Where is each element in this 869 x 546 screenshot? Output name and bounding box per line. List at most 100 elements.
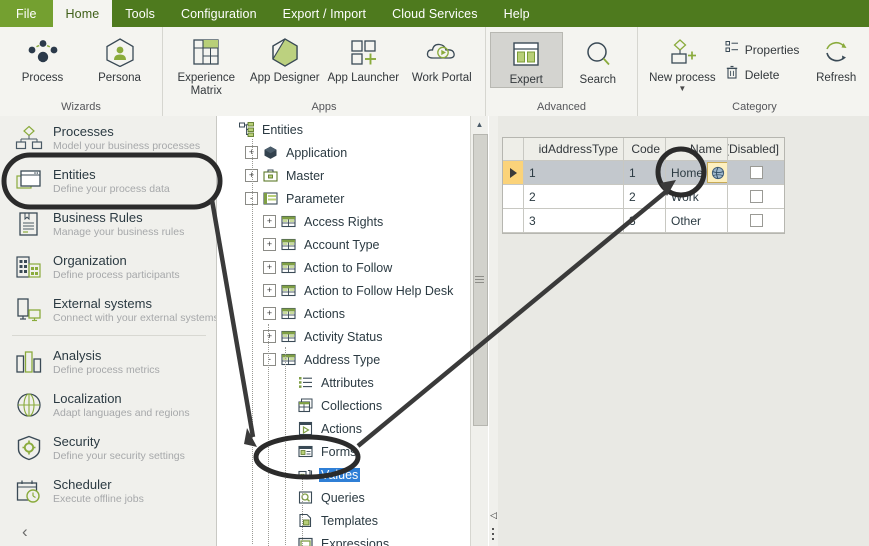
nav-item-processes[interactable]: Processes Model your business processes [0,116,216,159]
grid-cell-disabled[interactable] [728,161,784,185]
tree-node-activity-status[interactable]: + Activity Status [217,325,470,348]
entity-table-icon [280,306,296,322]
ribbon-button-properties[interactable]: Properties [719,37,806,62]
grid-cell-code[interactable]: 3 [624,209,666,233]
grid-column-header-name[interactable]: Name [666,138,728,161]
tree-node-parameter[interactable]: - Parameter [217,187,470,210]
tree-node-address-type[interactable]: - Address Type [217,348,470,371]
tree-node-access-rights[interactable]: + Access Rights [217,210,470,233]
disabled-checkbox[interactable] [749,214,763,227]
menu-item-cloud-services[interactable]: Cloud Services [379,0,490,27]
grid-cell-disabled[interactable] [728,185,784,209]
grid-cell-code[interactable]: 2 [624,185,666,209]
grid-cell-disabled[interactable] [728,209,784,233]
splitter-collapse-arrow-icon[interactable]: ◁ [490,510,497,521]
ribbon-button-new-process[interactable]: New process ▼ [646,30,719,92]
nav-item-localization[interactable]: Localization Adapt languages and regions [0,383,216,426]
menu-item-file[interactable]: File [0,0,53,27]
ribbon-button-app-designer[interactable]: App Designer [246,30,325,85]
ribbon-button-label: Persona [98,72,141,84]
tree-node-entities-root[interactable]: Entities [217,118,470,141]
tree-node-collections[interactable]: Collections [217,394,470,417]
menu-item-help[interactable]: Help [491,0,543,27]
table-row[interactable]: 1 1 Home [503,161,784,185]
grid-cell-code[interactable]: 1 [624,161,666,185]
tree-node-label: Attributes [321,375,374,390]
tree-node-forms[interactable]: Forms [217,440,470,463]
grid-cell-idaddresstype[interactable]: 1 [524,161,624,185]
nav-item-entities[interactable]: Entities Define your process data [0,159,216,202]
expander-plus-icon[interactable]: + [263,215,276,228]
ribbon-button-search[interactable]: Search [563,32,634,87]
nav-item-security[interactable]: Security Define your security settings [0,426,216,469]
ribbon-button-label: Refresh [816,72,857,84]
grid-column-header-idaddresstype[interactable]: idAddressType [524,138,624,161]
menu-item-tools[interactable]: Tools [112,0,168,27]
nav-item-scheduler[interactable]: Scheduler Execute offline jobs [0,469,216,512]
nav-item-analysis[interactable]: Analysis Define process metrics [0,340,216,383]
grid-cell-idaddresstype[interactable]: 3 [524,209,624,233]
localization-globe-button[interactable] [707,162,727,183]
ribbon-button-persona[interactable]: Persona [81,30,158,85]
entities-tree-panel: Entities + Application + Master - Parame… [217,116,490,546]
expander-plus-icon[interactable]: + [263,284,276,297]
ribbon-button-process[interactable]: Process [4,30,81,85]
scrollbar-thumb[interactable] [473,134,488,426]
nav-item-external-systems[interactable]: External systems Connect with your exter… [0,288,216,331]
nav-item-business-rules[interactable]: Business Rules Manage your business rule… [0,202,216,245]
table-row[interactable]: 2 2 Work [503,185,784,209]
tree-node-action-to-follow-help-desk[interactable]: + Action to Follow Help Desk [217,279,470,302]
ribbon-button-experience-matrix[interactable]: Experience Matrix [167,30,246,97]
nav-item-subtitle: Define process participants [53,269,180,281]
tree-node-values[interactable]: Values [217,463,470,486]
collapse-panel-button[interactable]: ‹ [0,512,216,542]
tree-node-master[interactable]: + Master [217,164,470,187]
attributes-list-icon [297,375,313,391]
grid-column-header-code[interactable]: Code [624,138,666,161]
tree-node-action-to-follow[interactable]: + Action to Follow [217,256,470,279]
menu-item-export-import[interactable]: Export / Import [270,0,379,27]
disabled-checkbox[interactable] [749,166,763,179]
tree-node-attributes[interactable]: Attributes [217,371,470,394]
tree-node-templates[interactable]: Templates [217,509,470,532]
tree-vertical-scrollbar[interactable]: ▲ [470,116,488,546]
expander-plus-icon[interactable]: + [263,238,276,251]
persona-hexagon-icon [103,35,137,69]
tree-node-label: Action to Follow [304,260,393,275]
app-designer-hexagon-icon [269,35,301,69]
tree-node-queries[interactable]: Queries [217,486,470,509]
work-portal-cloud-icon [424,35,460,69]
nav-item-organization[interactable]: Organization Define process participants [0,245,216,288]
search-magnifier-icon [582,37,614,71]
tree-node-actions-child[interactable]: Actions [217,417,470,440]
grid-cell-name[interactable]: Work [666,185,728,209]
expander-plus-icon[interactable]: + [263,307,276,320]
table-row[interactable]: 3 3 Other [503,209,784,233]
tree-node-actions[interactable]: + Actions [217,302,470,325]
left-navigation-panel: Processes Model your business processes … [0,116,217,546]
grid-cell-name[interactable]: Other [666,209,728,233]
nav-item-subtitle: Define your security settings [53,450,185,462]
chevron-down-icon[interactable]: ▼ [678,84,686,92]
ribbon-button-refresh[interactable]: Refresh [805,30,867,85]
ribbon-button-work-portal[interactable]: Work Portal [403,30,482,85]
menu-item-configuration[interactable]: Configuration [168,0,270,27]
ribbon-group-label: Category [732,101,777,113]
menu-item-home[interactable]: Home [52,0,113,27]
disabled-checkbox[interactable] [749,190,763,203]
tree-node-application[interactable]: + Application [217,141,470,164]
scroll-up-arrow-icon[interactable]: ▲ [471,116,488,132]
ribbon-button-delete[interactable]: Delete [719,62,806,87]
expander-plus-icon[interactable]: + [263,261,276,274]
tree-node-account-type[interactable]: + Account Type [217,233,470,256]
entity-table-icon [280,329,296,345]
grid-column-header-disabled[interactable]: [Disabled] [728,138,784,161]
ribbon-button-app-launcher[interactable]: App Launcher [324,30,403,85]
grid-cell-name[interactable]: Home [666,161,728,185]
grid-cell-idaddresstype[interactable]: 2 [524,185,624,209]
tree-node-label: Address Type [304,352,381,367]
tree-node-expressions[interactable]: Expressions [217,532,470,546]
values-grid-panel: idAddressType Code Name [Disabled] 1 1 H… [498,116,869,546]
ribbon-button-expert[interactable]: Expert [490,32,563,88]
tree-node-label: Actions [304,306,345,321]
